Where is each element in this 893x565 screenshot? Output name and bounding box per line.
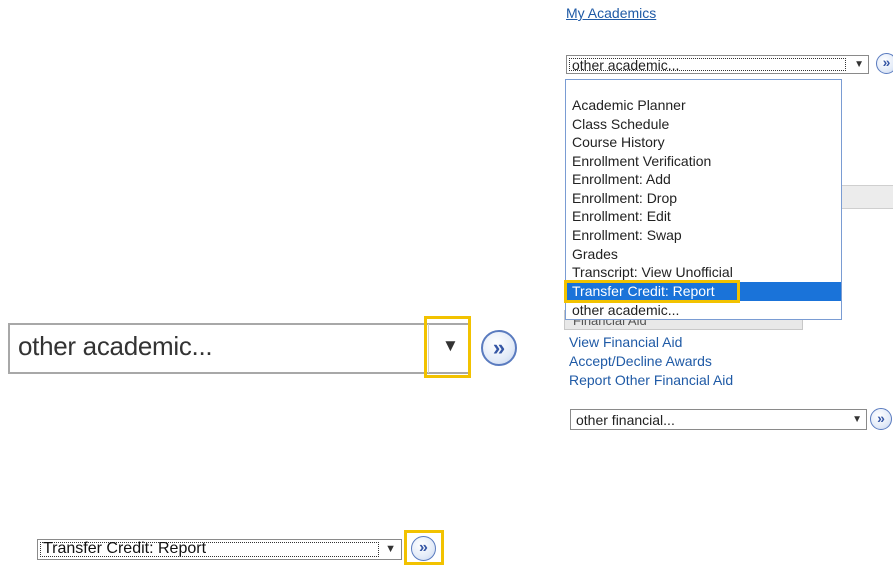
view-financial-aid-link[interactable]: View Financial Aid xyxy=(569,333,682,352)
highlight-callout xyxy=(564,280,740,303)
option-enrollment-swap[interactable]: Enrollment: Swap xyxy=(572,226,682,244)
option-enrollment-add[interactable]: Enrollment: Add xyxy=(572,170,671,188)
dropdown-arrow-icon[interactable]: ▼ xyxy=(852,414,862,425)
financial-select-value: other financial... xyxy=(576,412,675,428)
option-other-academic[interactable]: other academic... xyxy=(572,301,679,319)
dropdown-arrow-icon[interactable]: ▼ xyxy=(854,59,864,70)
arrow-callout xyxy=(424,316,471,378)
option-enrollment-edit[interactable]: Enrollment: Edit xyxy=(572,207,671,225)
academic-select[interactable]: other academic... ▼ xyxy=(566,55,869,74)
option-class-schedule[interactable]: Class Schedule xyxy=(572,115,669,133)
option-transcript-view-unofficial[interactable]: Transcript: View Unofficial xyxy=(572,263,733,281)
option-grades[interactable]: Grades xyxy=(572,245,618,263)
my-academics-heading[interactable]: My Academics xyxy=(566,4,656,23)
financial-select[interactable]: other financial... ▼ xyxy=(570,409,867,430)
option-enrollment-drop[interactable]: Enrollment: Drop xyxy=(572,189,677,207)
section-divider xyxy=(841,185,893,209)
report-other-financial-aid-link[interactable]: Report Other Financial Aid xyxy=(569,371,733,390)
academic-go-button[interactable]: » xyxy=(876,53,893,74)
zoomed-select-value: other academic... xyxy=(18,331,213,361)
go-arrow-icon: » xyxy=(882,54,891,70)
go-arrow-icon: » xyxy=(492,335,506,360)
transfer-credit-select[interactable]: Transfer Credit: Report ▼ xyxy=(37,539,402,560)
financial-go-button[interactable]: » xyxy=(870,408,892,430)
academic-select-value: other academic... xyxy=(572,57,680,73)
go-arrow-icon: » xyxy=(419,539,428,556)
zoomed-academic-select[interactable]: other academic... ▼ xyxy=(8,323,470,374)
option-enrollment-verification[interactable]: Enrollment Verification xyxy=(572,152,711,170)
zoomed-go-button[interactable]: » xyxy=(481,330,517,366)
transfer-go-button[interactable]: » xyxy=(411,536,436,561)
option-course-history[interactable]: Course History xyxy=(572,133,665,151)
option-academic-planner[interactable]: Academic Planner xyxy=(572,96,686,114)
transfer-credit-select-value: Transfer Credit: Report xyxy=(43,540,207,557)
dropdown-arrow-icon[interactable]: ▼ xyxy=(385,543,396,555)
go-arrow-icon: » xyxy=(877,410,885,426)
accept-decline-awards-link[interactable]: Accept/Decline Awards xyxy=(569,352,712,371)
